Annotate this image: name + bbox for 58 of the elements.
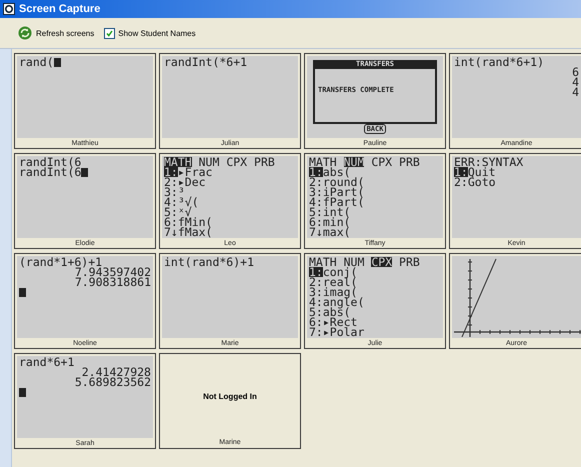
refresh-button[interactable]: Refresh screens	[18, 26, 94, 40]
highlighted-text: 1:	[309, 267, 323, 277]
screen-text: conj(	[322, 267, 358, 277]
screen-text: int(rand*6+1)	[454, 57, 544, 67]
screen-text: 4:³√(	[164, 197, 199, 207]
screen-text: 5.689823562	[74, 377, 151, 387]
screen-text: randInt(6	[19, 157, 82, 167]
screen-text: 7↓max(	[309, 227, 351, 237]
screen-text: 3:iPart(	[309, 187, 364, 197]
highlighted-text: NUM	[344, 157, 364, 167]
screen-text: 2:round(	[309, 177, 364, 187]
screen-text: 7:▸Polar	[309, 327, 364, 337]
screen-text: (rand*1+6)+1	[19, 257, 102, 267]
highlighted-text: 1:	[309, 167, 323, 177]
screen-text: MATH NUM	[309, 257, 366, 267]
screen-text: int(rand*6)+1	[164, 257, 254, 267]
screen-text: PRB	[398, 257, 420, 267]
screen-text: 2:real(	[309, 277, 358, 287]
screen-text: 2:▸Dec	[164, 177, 206, 187]
screen-text: rand(	[19, 57, 54, 67]
screen-text: 5:int(	[309, 207, 351, 217]
screen-text: 7↓fMax(	[164, 227, 212, 237]
highlighted-text: CPX	[371, 257, 392, 267]
screen-text: MATH	[309, 157, 337, 167]
screen-text: 4	[572, 77, 579, 87]
screen-text: 6	[572, 67, 579, 77]
screen-text: 7.908318861	[74, 277, 151, 287]
highlighted-text: 1:	[164, 167, 178, 177]
window-title: Screen Capture	[19, 3, 100, 15]
screen-text: 7.943597402	[74, 267, 151, 277]
screen-text: 4:angle(	[309, 297, 364, 307]
screen-text: 6:fMin(	[164, 217, 212, 227]
screen-text: 5:ˣ√	[164, 207, 192, 217]
screen-text: 6:min(	[309, 217, 351, 227]
screen-text: 4	[572, 87, 579, 97]
status-message: Not Logged In	[203, 392, 257, 401]
screen-text: randInt(*6+1	[164, 57, 248, 67]
screen-text: ERR:SYNTAX	[454, 157, 524, 167]
highlighted-text: 1:	[454, 167, 468, 177]
refresh-icon	[18, 26, 32, 40]
checkbox-label: Show Student Names	[118, 28, 196, 38]
screen-text: 6:▸Rect	[309, 317, 358, 327]
screen-text: Quit	[468, 167, 496, 177]
show-names-checkbox[interactable]	[104, 28, 116, 38]
app-icon	[3, 3, 15, 15]
screen-text: 4:fPart(	[309, 197, 364, 207]
screen-text: 3:imag(	[309, 287, 358, 297]
screen-text: ▸Frac	[178, 167, 212, 177]
screen-text: 3:³	[164, 187, 185, 197]
screen-text: randInt(6	[19, 167, 82, 177]
screen-text: CPX PRB	[370, 157, 420, 167]
highlighted-text: MATH	[164, 157, 192, 167]
screen-text: 2:Goto	[454, 177, 496, 187]
screen-text: rand*6+1	[19, 357, 74, 367]
screen-text: 2.41427928	[82, 367, 151, 377]
screen-text: 5:abs(	[309, 307, 351, 317]
screen-text: abs(	[322, 167, 351, 177]
screen-text: NUM CPX PRB	[198, 157, 275, 167]
